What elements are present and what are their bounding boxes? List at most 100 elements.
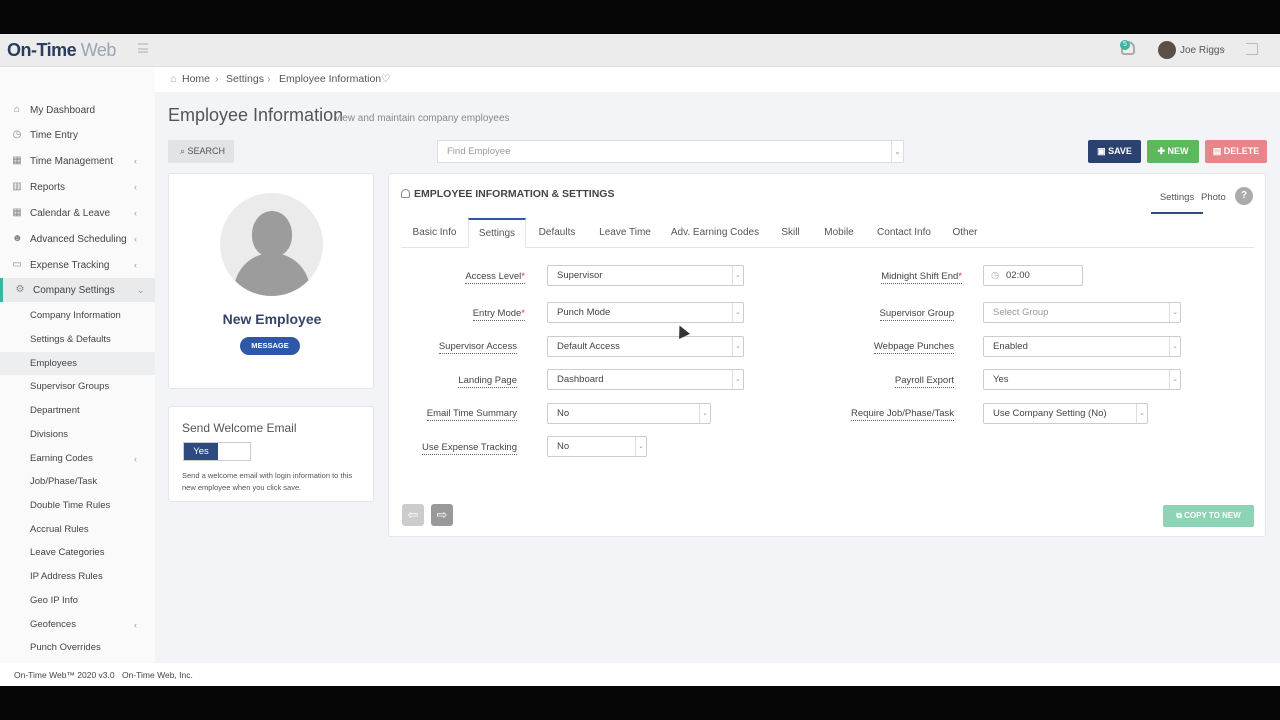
message-button[interactable]: MESSAGE — [240, 337, 300, 355]
chevron-down-icon[interactable]: ⌄ — [1220, 44, 1227, 53]
search-button[interactable]: ⌕ SEARCH — [168, 140, 234, 163]
sidebar-subitem-employees[interactable]: Employees — [0, 352, 155, 375]
tab-contact-info[interactable]: Contact Info — [865, 218, 943, 248]
panel-title: EMPLOYEE INFORMATION & SETTINGS — [401, 188, 614, 200]
sidebar: ⌂ My Dashboard ◷ Time Entry ▦ Time Manageme… — [0, 67, 155, 663]
heart-icon[interactable]: ♡ — [381, 73, 390, 85]
plus-icon: ✚ — [1157, 146, 1168, 156]
sidebar-subitem-supervisor-groups[interactable]: Supervisor Groups — [0, 375, 155, 398]
sidebar-subitem-company-information[interactable]: Company Information — [0, 304, 155, 327]
chevron-down-icon: ⌄ — [1169, 370, 1180, 389]
find-employee-input[interactable]: Find Employee ⌄ — [437, 140, 904, 163]
logout-icon[interactable] — [1246, 43, 1258, 55]
sidebar-subitem-ip-address-rules[interactable]: IP Address Rules — [0, 565, 155, 588]
use-expense-tracking-select[interactable]: No ⌄ — [547, 436, 647, 457]
chevron-down-icon: ⌄ — [635, 437, 646, 456]
top-bar: On-Time Web — [0, 34, 1280, 67]
user-name[interactable]: Joe Riggs — [1180, 45, 1224, 56]
employee-photo-placeholder[interactable] — [220, 193, 323, 296]
home-icon: ⌂ — [170, 73, 177, 85]
breadcrumb-settings[interactable]: Settings — [226, 73, 264, 85]
breadcrumb-current: Employee Information — [279, 73, 382, 85]
sidebar-subitem-accrual-rules[interactable]: Accrual Rules — [0, 518, 155, 541]
copy-to-new-button[interactable]: ⧉ COPY TO NEW — [1163, 505, 1254, 527]
sidebar-subitem-geo-ip-info[interactable]: Geo IP Info — [0, 589, 155, 612]
midnight-shift-end-label: Midnight Shift End* — [881, 271, 962, 284]
tab-adv-earning-codes[interactable]: Adv. Earning Codes — [662, 218, 768, 248]
sidebar-item-calendar-leave[interactable]: ▦ Calendar & Leave ‹ — [0, 201, 155, 225]
sidebar-item-expense-tracking[interactable]: ▭ Expense Tracking ‹ — [0, 253, 155, 277]
welcome-email-title: Send Welcome Email — [182, 421, 297, 435]
tab-mobile[interactable]: Mobile — [813, 218, 865, 248]
page-subtitle: view and maintain company employees — [335, 113, 510, 124]
landing-page-select[interactable]: Dashboard ⌄ — [547, 369, 744, 390]
chevron-down-icon: ⌄ — [1169, 303, 1180, 322]
tab-settings[interactable]: Settings — [468, 218, 526, 248]
sidebar-item-reports[interactable]: ▥ Reports ‹ — [0, 175, 155, 199]
sidebar-subitem-double-time-rules[interactable]: Double Time Rules — [0, 494, 155, 517]
chevron-down-icon: ⌄ — [732, 337, 743, 356]
menu-toggle-icon[interactable] — [138, 43, 148, 53]
sidebar-item-company-settings[interactable]: ⚙ Company Settings ⌄ — [0, 278, 155, 302]
sidebar-subitem-geofences[interactable]: Geofences ‹ — [0, 613, 155, 636]
email-time-summary-select[interactable]: No ⌄ — [547, 403, 711, 424]
footer-company: On-Time Web, Inc. — [122, 670, 193, 680]
tab-defaults[interactable]: Defaults — [526, 218, 588, 248]
chevron-right-icon: › — [267, 73, 271, 85]
help-icon[interactable]: ? — [1235, 187, 1253, 205]
entry-mode-select[interactable]: Punch Mode ⌄ — [547, 302, 744, 323]
home-icon: ⌂ — [13, 104, 21, 115]
sidebar-subitem-settings-defaults[interactable]: Settings & Defaults — [0, 328, 155, 351]
next-arrow-icon[interactable]: ⇨ — [431, 504, 453, 526]
employee-name: New Employee — [222, 311, 322, 327]
tab-basic-info[interactable]: Basic Info — [401, 218, 468, 248]
tab-settings-right[interactable]: Settings — [1151, 192, 1203, 214]
save-button[interactable]: ▣ SAVE — [1088, 140, 1141, 163]
sidebar-subitem-divisions[interactable]: Divisions — [0, 423, 155, 446]
tab-bar: Basic Info Settings Defaults Leave Time … — [401, 218, 1254, 248]
chevron-right-icon: › — [215, 73, 219, 85]
search-icon: ⌕ — [180, 146, 188, 156]
chevron-down-icon[interactable]: ⌄ — [891, 141, 903, 162]
welcome-email-toggle[interactable]: Yes — [183, 442, 251, 461]
notification-badge: 5 — [1120, 40, 1130, 50]
new-button[interactable]: ✚ NEW — [1147, 140, 1199, 163]
user-avatar[interactable] — [1158, 41, 1176, 59]
app-logo[interactable]: On-Time Web — [7, 40, 116, 61]
clock-icon: ◷ — [12, 129, 22, 140]
breadcrumb-home[interactable]: Home — [182, 73, 210, 85]
email-time-summary-label: Email Time Summary — [426, 408, 517, 421]
cogs-icon: ⚙ — [15, 284, 25, 295]
tab-skill[interactable]: Skill — [768, 218, 813, 248]
access-level-label: Access Level* — [465, 271, 525, 284]
tab-leave-time[interactable]: Leave Time — [588, 218, 662, 248]
midnight-shift-end-input[interactable]: ◷ 02:00 — [983, 265, 1083, 286]
webpage-punches-select[interactable]: Enabled ⌄ — [983, 336, 1181, 357]
calendar-icon: ▦ — [12, 155, 22, 166]
use-expense-tracking-label: Use Expense Tracking — [421, 442, 517, 455]
require-job-phase-task-label: Require Job/Phase/Task — [851, 408, 954, 421]
sidebar-subitem-punch-overrides[interactable]: Punch Overrides — [0, 636, 155, 659]
supervisor-group-select[interactable]: Select Group ⌄ — [983, 302, 1181, 323]
chevron-down-icon: ⌄ — [732, 266, 743, 285]
chevron-down-icon: ⌄ — [732, 303, 743, 322]
tab-other[interactable]: Other — [943, 218, 987, 248]
supervisor-access-select[interactable]: Default Access ⌄ — [547, 336, 744, 357]
sidebar-item-time-management[interactable]: ▦ Time Management ‹ — [0, 149, 155, 173]
chart-icon: ▥ — [12, 181, 22, 192]
sidebar-subitem-earning-codes[interactable]: Earning Codes ‹ — [0, 447, 155, 470]
sidebar-subitem-department[interactable]: Department — [0, 399, 155, 422]
tab-photo[interactable]: Photo — [1201, 192, 1226, 203]
access-level-select[interactable]: Supervisor ⌄ — [547, 265, 744, 286]
sidebar-item-advanced-scheduling[interactable]: ☻ Advanced Scheduling ‹ — [0, 227, 155, 251]
users-icon: ☻ — [12, 233, 23, 244]
previous-arrow-icon[interactable]: ⇦ — [402, 504, 424, 526]
sidebar-item-time-entry[interactable]: ◷ Time Entry — [0, 123, 155, 147]
sidebar-subitem-leave-categories[interactable]: Leave Categories — [0, 541, 155, 564]
sidebar-item-my-dashboard[interactable]: ⌂ My Dashboard — [0, 98, 155, 122]
payroll-export-select[interactable]: Yes ⌄ — [983, 369, 1181, 390]
require-job-phase-task-select[interactable]: Use Company Setting (No) ⌄ — [983, 403, 1148, 424]
delete-button[interactable]: ▤ DELETE — [1205, 140, 1267, 163]
landing-page-label: Landing Page — [458, 375, 517, 388]
sidebar-subitem-job-phase-task[interactable]: Job/Phase/Task — [0, 470, 155, 493]
